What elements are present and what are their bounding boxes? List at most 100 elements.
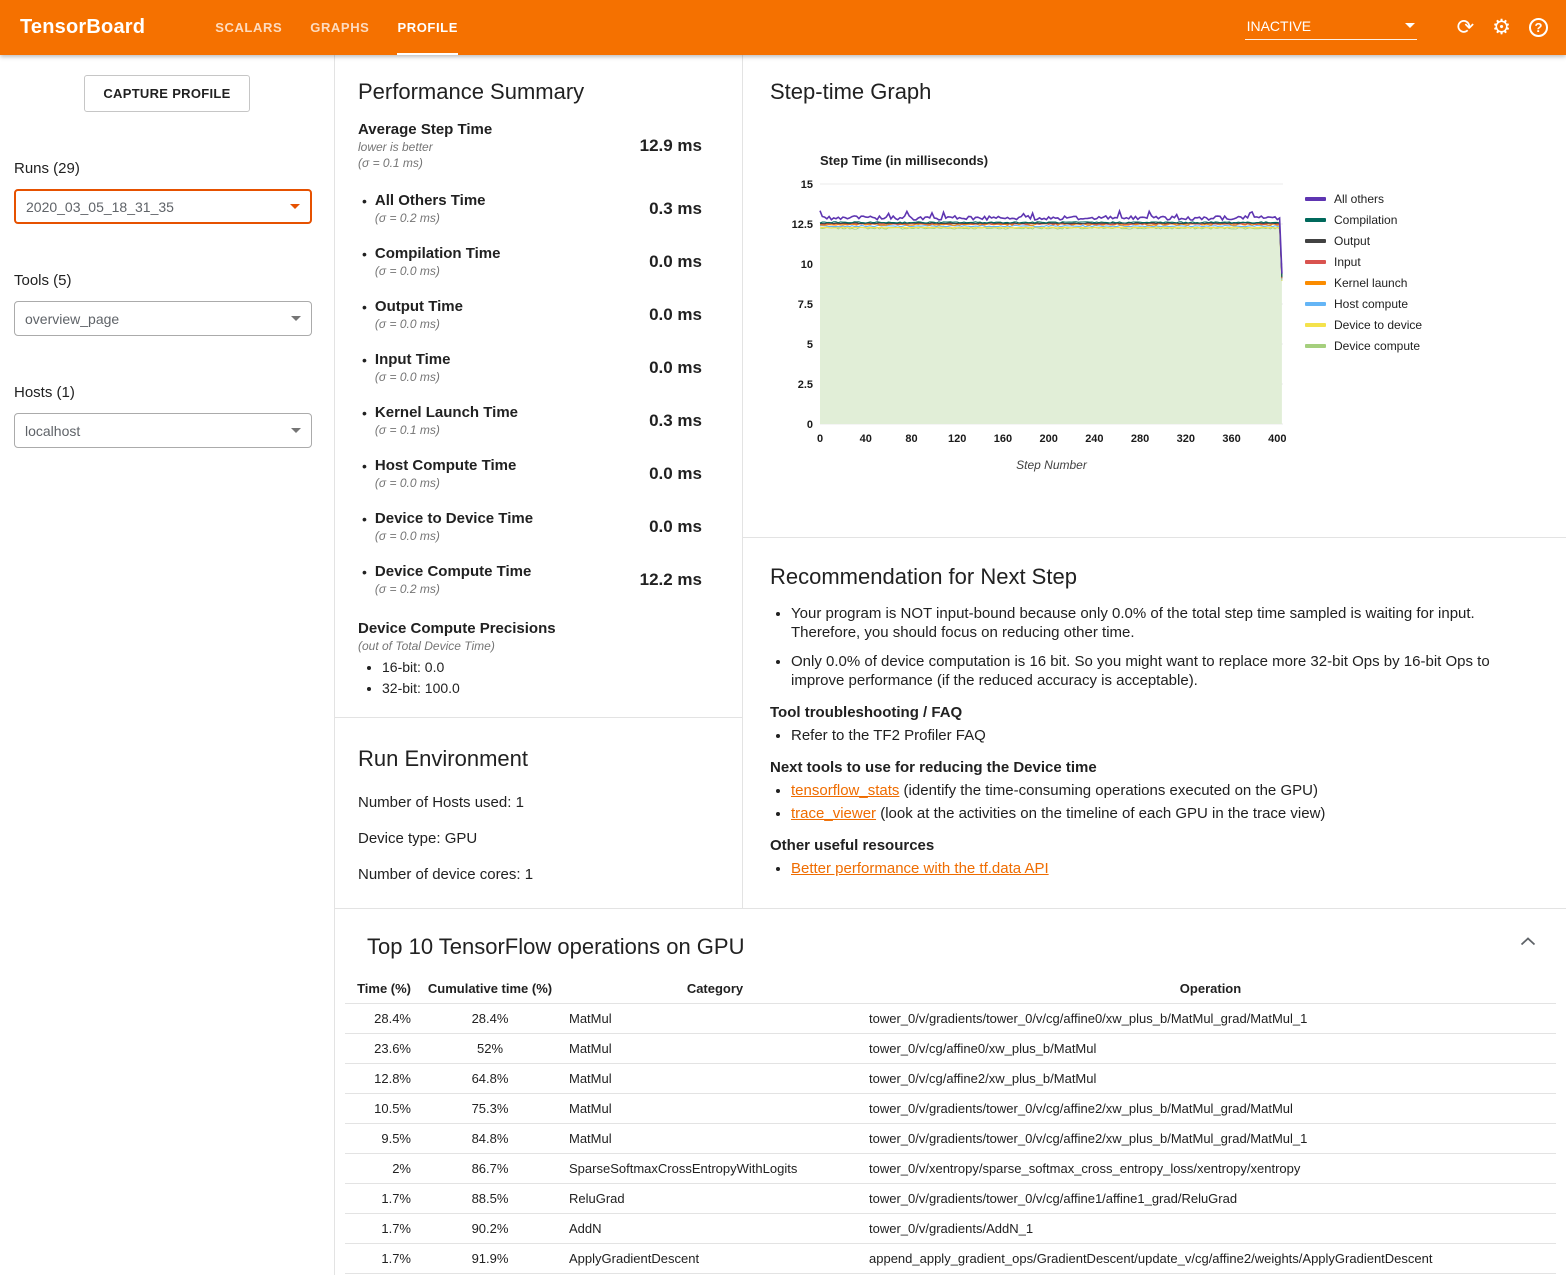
step-time-graph-title: Step-time Graph [770,79,1546,105]
svg-text:0: 0 [807,419,813,431]
step-time-graph-section: Step-time Graph Step Time (in millisecon… [743,55,1566,538]
col-category: Category [565,974,865,1004]
runs-dropdown[interactable]: 2020_03_05_18_31_35 [14,189,312,224]
svg-text:280: 280 [1131,433,1149,445]
tool-desc: (look at the activities on the timeline … [876,805,1325,822]
legend-swatch [1305,218,1326,222]
top-ops-table: Time (%) Cumulative time (%) Category Op… [345,974,1556,1274]
help-icon[interactable]: ? [1529,18,1548,37]
svg-text:12.5: 12.5 [792,219,813,231]
legend-swatch [1305,344,1326,348]
legend-label: Device to device [1334,318,1422,332]
svg-text:7.5: 7.5 [798,299,813,311]
legend-label: Kernel launch [1334,276,1407,290]
legend-swatch [1305,197,1326,201]
tab-bar: SCALARS GRAPHS PROFILE [215,0,486,55]
next-tools-title: Next tools to use for reducing the Devic… [770,759,1546,776]
refresh-icon[interactable]: ⟳ [1457,17,1475,38]
app-title: TensorBoard [20,16,145,39]
precision-32bit: 32-bit: 100.0 [382,680,702,696]
performance-summary-section: Performance Summary Average Step Time lo… [335,55,742,718]
perf-item: • Device Compute Time (σ = 0.2 ms) 12.2 … [358,553,702,606]
tab-scalars[interactable]: SCALARS [215,0,282,55]
col-time: Time (%) [345,974,415,1004]
legend-label: All others [1334,192,1384,206]
top-ops-title: Top 10 TensorFlow operations on GPU [367,934,1566,960]
resource-item: Better performance with the tf.data API [791,859,1546,878]
collapse-chevron-icon[interactable] [1520,937,1536,946]
bullet-icon: • [362,352,367,384]
chevron-down-icon [291,428,301,433]
chevron-down-icon [291,316,301,321]
faq-title: Tool troubleshooting / FAQ [770,704,1546,721]
average-step-time-value: 12.9 ms [640,136,702,156]
perf-item: • Kernel Launch Time (σ = 0.1 ms) 0.3 ms [358,394,702,447]
svg-text:0: 0 [817,433,823,445]
table-row: 10.5%75.3%MatMultower_0/v/gradients/towe… [345,1094,1556,1124]
run-environment-section: Run Environment Number of Hosts used: 1 … [335,718,742,883]
average-step-time: Average Step Time lower is better (σ = 0… [358,121,702,170]
tab-graphs[interactable]: GRAPHS [310,0,369,55]
legend-swatch [1305,281,1326,285]
hosts-used: Number of Hosts used: 1 [358,794,722,811]
table-row: 12.8%64.8%MatMultower_0/v/cg/affine2/xw_… [345,1064,1556,1094]
legend-swatch [1305,302,1326,306]
svg-text:120: 120 [948,433,966,445]
run-environment-title: Run Environment [358,746,722,772]
legend-item: Device compute [1305,335,1422,356]
table-row: 1.7%88.5%ReluGradtower_0/v/gradients/tow… [345,1184,1556,1214]
gear-icon[interactable]: ⚙ [1492,17,1511,38]
tool-item: tensorflow_stats (identify the time-cons… [791,781,1546,800]
chart-title: Step Time (in milliseconds) [820,153,1546,168]
trace-viewer-link[interactable]: trace_viewer [791,805,876,822]
svg-text:200: 200 [1039,433,1057,445]
legend-label: Input [1334,255,1361,269]
recommendation-title: Recommendation for Next Step [770,564,1546,590]
svg-text:360: 360 [1222,433,1240,445]
col-operation: Operation [865,974,1556,1004]
legend-swatch [1305,239,1326,243]
bullet-icon: • [362,511,367,543]
recommendation-section: Recommendation for Next Step Your progra… [743,538,1566,882]
tools-label: Tools (5) [14,272,314,289]
hosts-dropdown[interactable]: localhost [14,413,312,448]
chart-legend: All others Compilation Output Input Kernel l… [1305,188,1422,356]
performance-summary-title: Performance Summary [358,79,702,105]
device-cores: Number of device cores: 1 [358,866,722,883]
legend-item: Compilation [1305,209,1422,230]
tfdata-api-link[interactable]: Better performance with the tf.data API [791,860,1049,877]
device-type: Device type: GPU [358,830,722,847]
faq-item: Refer to the TF2 Profiler FAQ [791,726,1546,745]
perf-item: • Input Time (σ = 0.0 ms) 0.0 ms [358,341,702,394]
table-row: 28.4%28.4%MatMultower_0/v/gradients/towe… [345,1004,1556,1034]
perf-item: • Compilation Time (σ = 0.0 ms) 0.0 ms [358,235,702,288]
runs-dropdown-value: 2020_03_05_18_31_35 [26,199,174,215]
legend-item: Device to device [1305,314,1422,335]
tensorflow-stats-link[interactable]: tensorflow_stats [791,782,899,799]
hosts-label: Hosts (1) [14,384,314,401]
tools-dropdown-value: overview_page [25,311,119,327]
legend-swatch [1305,323,1326,327]
tab-profile[interactable]: PROFILE [397,0,458,55]
recommendation-bullet: Only 0.0% of device computation is 16 bi… [791,652,1542,690]
legend-label: Output [1334,234,1370,248]
svg-text:240: 240 [1085,433,1103,445]
bullet-icon: • [362,193,367,225]
table-row: 2%86.7%SparseSoftmaxCrossEntropyWithLogi… [345,1154,1556,1184]
table-row: 9.5%84.8%MatMultower_0/v/gradients/tower… [345,1124,1556,1154]
app-header: TensorBoard SCALARS GRAPHS PROFILE INACT… [0,0,1566,55]
perf-item: • Device to Device Time (σ = 0.0 ms) 0.0… [358,500,702,553]
perf-item: • All Others Time (σ = 0.2 ms) 0.3 ms [358,182,702,235]
svg-text:320: 320 [1177,433,1195,445]
bullet-icon: • [362,405,367,437]
svg-text:40: 40 [860,433,872,445]
chevron-down-icon [290,204,300,209]
svg-text:10: 10 [801,259,813,271]
table-row: 1.7%91.9%ApplyGradientDescentappend_appl… [345,1244,1556,1274]
recommendation-bullet: Your program is NOT input-bound because … [791,604,1542,642]
table-header-row: Time (%) Cumulative time (%) Category Op… [345,974,1556,1004]
capture-profile-button[interactable]: CAPTURE PROFILE [84,75,249,112]
tools-dropdown[interactable]: overview_page [14,301,312,336]
status-dropdown[interactable]: INACTIVE [1245,16,1417,40]
chevron-down-icon [1405,23,1415,28]
